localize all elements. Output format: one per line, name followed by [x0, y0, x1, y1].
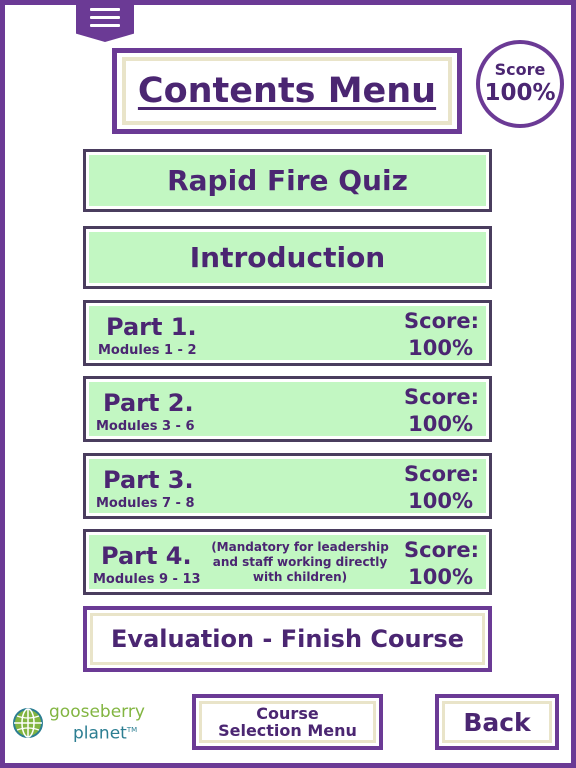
part-2-title: Part 2. — [103, 389, 194, 417]
part-1-modules: Modules 1 - 2 — [98, 343, 197, 358]
back-button[interactable]: Back — [435, 694, 559, 750]
hamburger-icon-bar — [90, 24, 120, 27]
part-4-note: (Mandatory for leadership and staff work… — [211, 540, 389, 584]
part-4-modules: Modules 9 - 13 — [93, 572, 201, 587]
part-2-button[interactable]: Part 2. Modules 3 - 6 Score: 100% — [83, 376, 492, 442]
part-4-button[interactable]: Part 4. Modules 9 - 13 (Mandatory for le… — [83, 529, 492, 595]
part-2-score-label: Score: — [404, 385, 479, 409]
hamburger-menu-button[interactable] — [76, 0, 134, 42]
part-3-modules: Modules 7 - 8 — [96, 496, 195, 511]
part-3-score-value: 100% — [408, 489, 473, 513]
part-2-score-value: 100% — [408, 412, 473, 436]
page-title-box: Contents Menu — [112, 48, 462, 134]
part-3-score-label: Score: — [404, 462, 479, 486]
part-3-title: Part 3. — [103, 466, 194, 494]
evaluation-button[interactable]: Evaluation - Finish Course — [83, 606, 492, 672]
hamburger-icon — [90, 8, 120, 11]
logo-line-1: gooseberry — [49, 702, 145, 722]
rapid-fire-quiz-button[interactable]: Rapid Fire Quiz — [83, 149, 492, 212]
course-selection-menu-button[interactable]: Course Selection Menu — [192, 694, 383, 750]
page-title-inner: Contents Menu — [122, 57, 452, 125]
gooseberry-planet-logo: gooseberry planetTM — [12, 703, 145, 743]
evaluation-inner: Evaluation - Finish Course — [90, 613, 485, 665]
introduction-label: Introduction — [189, 241, 386, 274]
back-label: Back — [463, 707, 531, 737]
overall-score-label: Score — [494, 60, 546, 79]
globe-icon — [13, 707, 43, 738]
part-4-title: Part 4. — [101, 542, 192, 570]
page-title: Contents Menu — [137, 71, 437, 111]
course-selection-inner: Course Selection Menu — [199, 701, 376, 743]
overall-score-badge: Score 100% — [476, 40, 564, 128]
overall-score-value: 100% — [484, 80, 556, 106]
logo-line-2-text: planet — [73, 723, 127, 744]
back-inner: Back — [442, 701, 552, 743]
hamburger-icon-bar — [90, 16, 120, 19]
part-1-button[interactable]: Part 1. Modules 1 - 2 Score: 100% — [83, 300, 492, 366]
logo-tm: TM — [126, 726, 138, 734]
part-1-score-label: Score: — [404, 309, 479, 333]
logo-line-2: planetTM — [49, 721, 145, 743]
part-4-score-value: 100% — [408, 565, 473, 589]
part-4-score-label: Score: — [404, 538, 479, 562]
rapid-fire-quiz-label: Rapid Fire Quiz — [167, 164, 408, 197]
part-1-title: Part 1. — [106, 313, 197, 341]
evaluation-label: Evaluation - Finish Course — [111, 625, 464, 653]
course-selection-label: Course Selection Menu — [218, 704, 357, 740]
part-1-score-value: 100% — [408, 336, 473, 360]
logo-text: gooseberry planetTM — [49, 703, 145, 743]
part-3-button[interactable]: Part 3. Modules 7 - 8 Score: 100% — [83, 453, 492, 519]
introduction-button[interactable]: Introduction — [83, 226, 492, 289]
part-2-modules: Modules 3 - 6 — [96, 419, 195, 434]
